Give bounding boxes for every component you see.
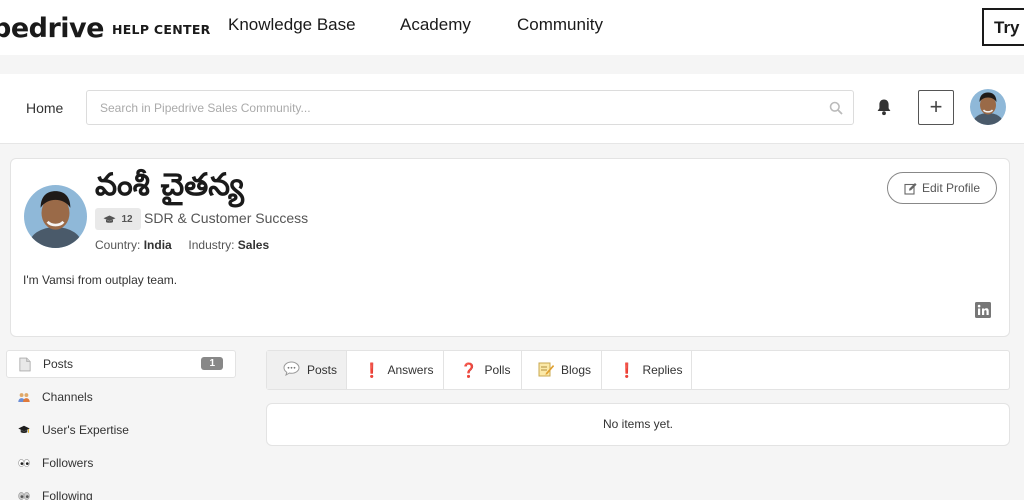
sidebar-item-label: Followers: [42, 456, 94, 470]
tab-posts[interactable]: Posts: [267, 351, 347, 389]
document-icon: [7, 356, 31, 373]
search-input[interactable]: [87, 91, 807, 124]
profile-name: వంశీ చైతన్య: [95, 167, 244, 203]
linkedin-icon[interactable]: [975, 302, 991, 318]
site-header: pedrive HELP CENTER Knowledge Base Acade…: [0, 0, 1024, 55]
tab-polls[interactable]: ❓ Polls: [444, 351, 522, 389]
tab-label: Blogs: [561, 363, 592, 377]
exclamation-icon: ❗: [618, 361, 636, 378]
profile-card: వంశీ చైతన్య 12 SDR & Customer Success Co…: [10, 158, 1010, 337]
sidebar-item-following[interactable]: Following: [6, 482, 236, 500]
eyes-icon: [6, 489, 30, 500]
tab-replies[interactable]: ❗ Replies: [602, 351, 692, 389]
country-label: Country:: [95, 238, 141, 252]
sidebar-item-channels[interactable]: Channels: [6, 383, 236, 411]
eyes-icon: [6, 456, 30, 470]
profile-avatar: [24, 185, 87, 248]
country-value: India: [143, 238, 172, 252]
try-button[interactable]: Try: [982, 8, 1024, 46]
sidebar-item-posts[interactable]: Posts 1: [6, 350, 236, 378]
graduation-cap-icon: [103, 215, 116, 223]
people-icon: [6, 389, 30, 406]
question-icon: ❓: [460, 361, 478, 378]
brand[interactable]: pedrive HELP CENTER: [0, 10, 211, 46]
industry-label: Industry:: [188, 238, 235, 252]
empty-state: No items yet.: [266, 403, 1010, 446]
graduation-cap-icon: [6, 422, 30, 438]
search-icon[interactable]: [829, 101, 843, 120]
user-avatar[interactable]: [970, 89, 1006, 125]
edit-profile-label: Edit Profile: [921, 181, 981, 195]
edit-profile-button[interactable]: Edit Profile: [887, 172, 997, 204]
logo-text: pedrive: [0, 12, 104, 44]
tab-label: Posts: [307, 363, 338, 377]
tab-label: Answers: [387, 363, 434, 377]
speech-bubble-icon: [283, 361, 300, 379]
tab-answers[interactable]: ❗ Answers: [347, 351, 444, 389]
exclamation-icon: ❗: [363, 361, 381, 378]
bell-icon[interactable]: [876, 98, 892, 121]
sidebar-item-label: Following: [42, 489, 93, 500]
rank-badge: 12: [95, 208, 141, 230]
home-link[interactable]: Home: [26, 100, 63, 116]
tab-blogs[interactable]: Blogs: [522, 351, 602, 389]
tab-label: Replies: [642, 363, 683, 377]
search-box[interactable]: [86, 90, 854, 125]
plus-icon: +: [929, 94, 943, 119]
sidebar-item-label: Channels: [42, 390, 93, 404]
posts-count-badge: 1: [201, 357, 223, 370]
rank-count: 12: [121, 213, 133, 225]
nav-knowledge-base[interactable]: Knowledge Base: [228, 15, 356, 35]
tab-label: Polls: [484, 363, 511, 377]
edit-icon: [904, 182, 917, 195]
nav-academy[interactable]: Academy: [400, 15, 471, 35]
rank-title: SDR & Customer Success: [144, 210, 309, 226]
sidebar-item-label: Posts: [43, 357, 74, 371]
profile-meta: Country: India Industry: Sales: [95, 238, 269, 252]
memo-icon: [538, 361, 555, 380]
activity-tabs: Posts ❗ Answers ❓ Polls Blogs ❗ Replies: [266, 350, 1010, 390]
community-bar: Home +: [0, 74, 1024, 144]
sidebar-item-label: User's Expertise: [42, 423, 129, 437]
profile-bio: I'm Vamsi from outplay team.: [23, 273, 178, 287]
nav-community[interactable]: Community: [517, 15, 603, 35]
create-post-button[interactable]: +: [918, 90, 954, 125]
industry-value: Sales: [237, 238, 270, 252]
sidebar-item-followers[interactable]: Followers: [6, 449, 236, 477]
logo-subtitle: HELP CENTER: [111, 22, 211, 37]
sidebar-item-expertise[interactable]: User's Expertise: [6, 416, 236, 444]
